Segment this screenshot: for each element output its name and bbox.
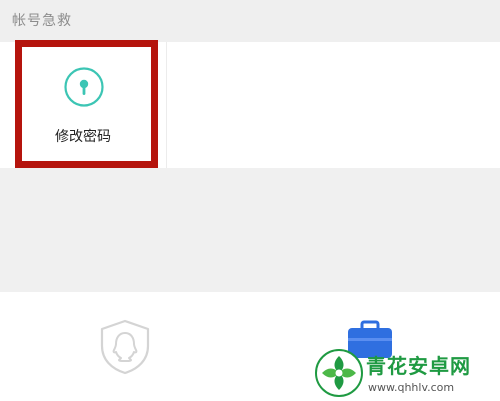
tile-divider — [166, 42, 167, 168]
qq-shield-icon[interactable] — [96, 318, 154, 376]
section-title: 帐号急救 — [12, 13, 72, 29]
section-header: 帐号急救 — [0, 0, 500, 42]
change-password-tile[interactable]: 修改密码 — [0, 42, 166, 168]
key-icon — [64, 67, 104, 107]
watermark-logo-icon — [315, 349, 363, 397]
watermark: 青花安卓网 www.qhhlv.com — [314, 348, 500, 401]
empty-area — [0, 168, 500, 292]
change-password-label: 修改密码 — [55, 129, 111, 145]
watermark-url: www.qhhlv.com — [368, 381, 455, 394]
tile-row: 修改密码 — [0, 42, 500, 168]
watermark-text: 青花安卓网 — [366, 354, 471, 378]
